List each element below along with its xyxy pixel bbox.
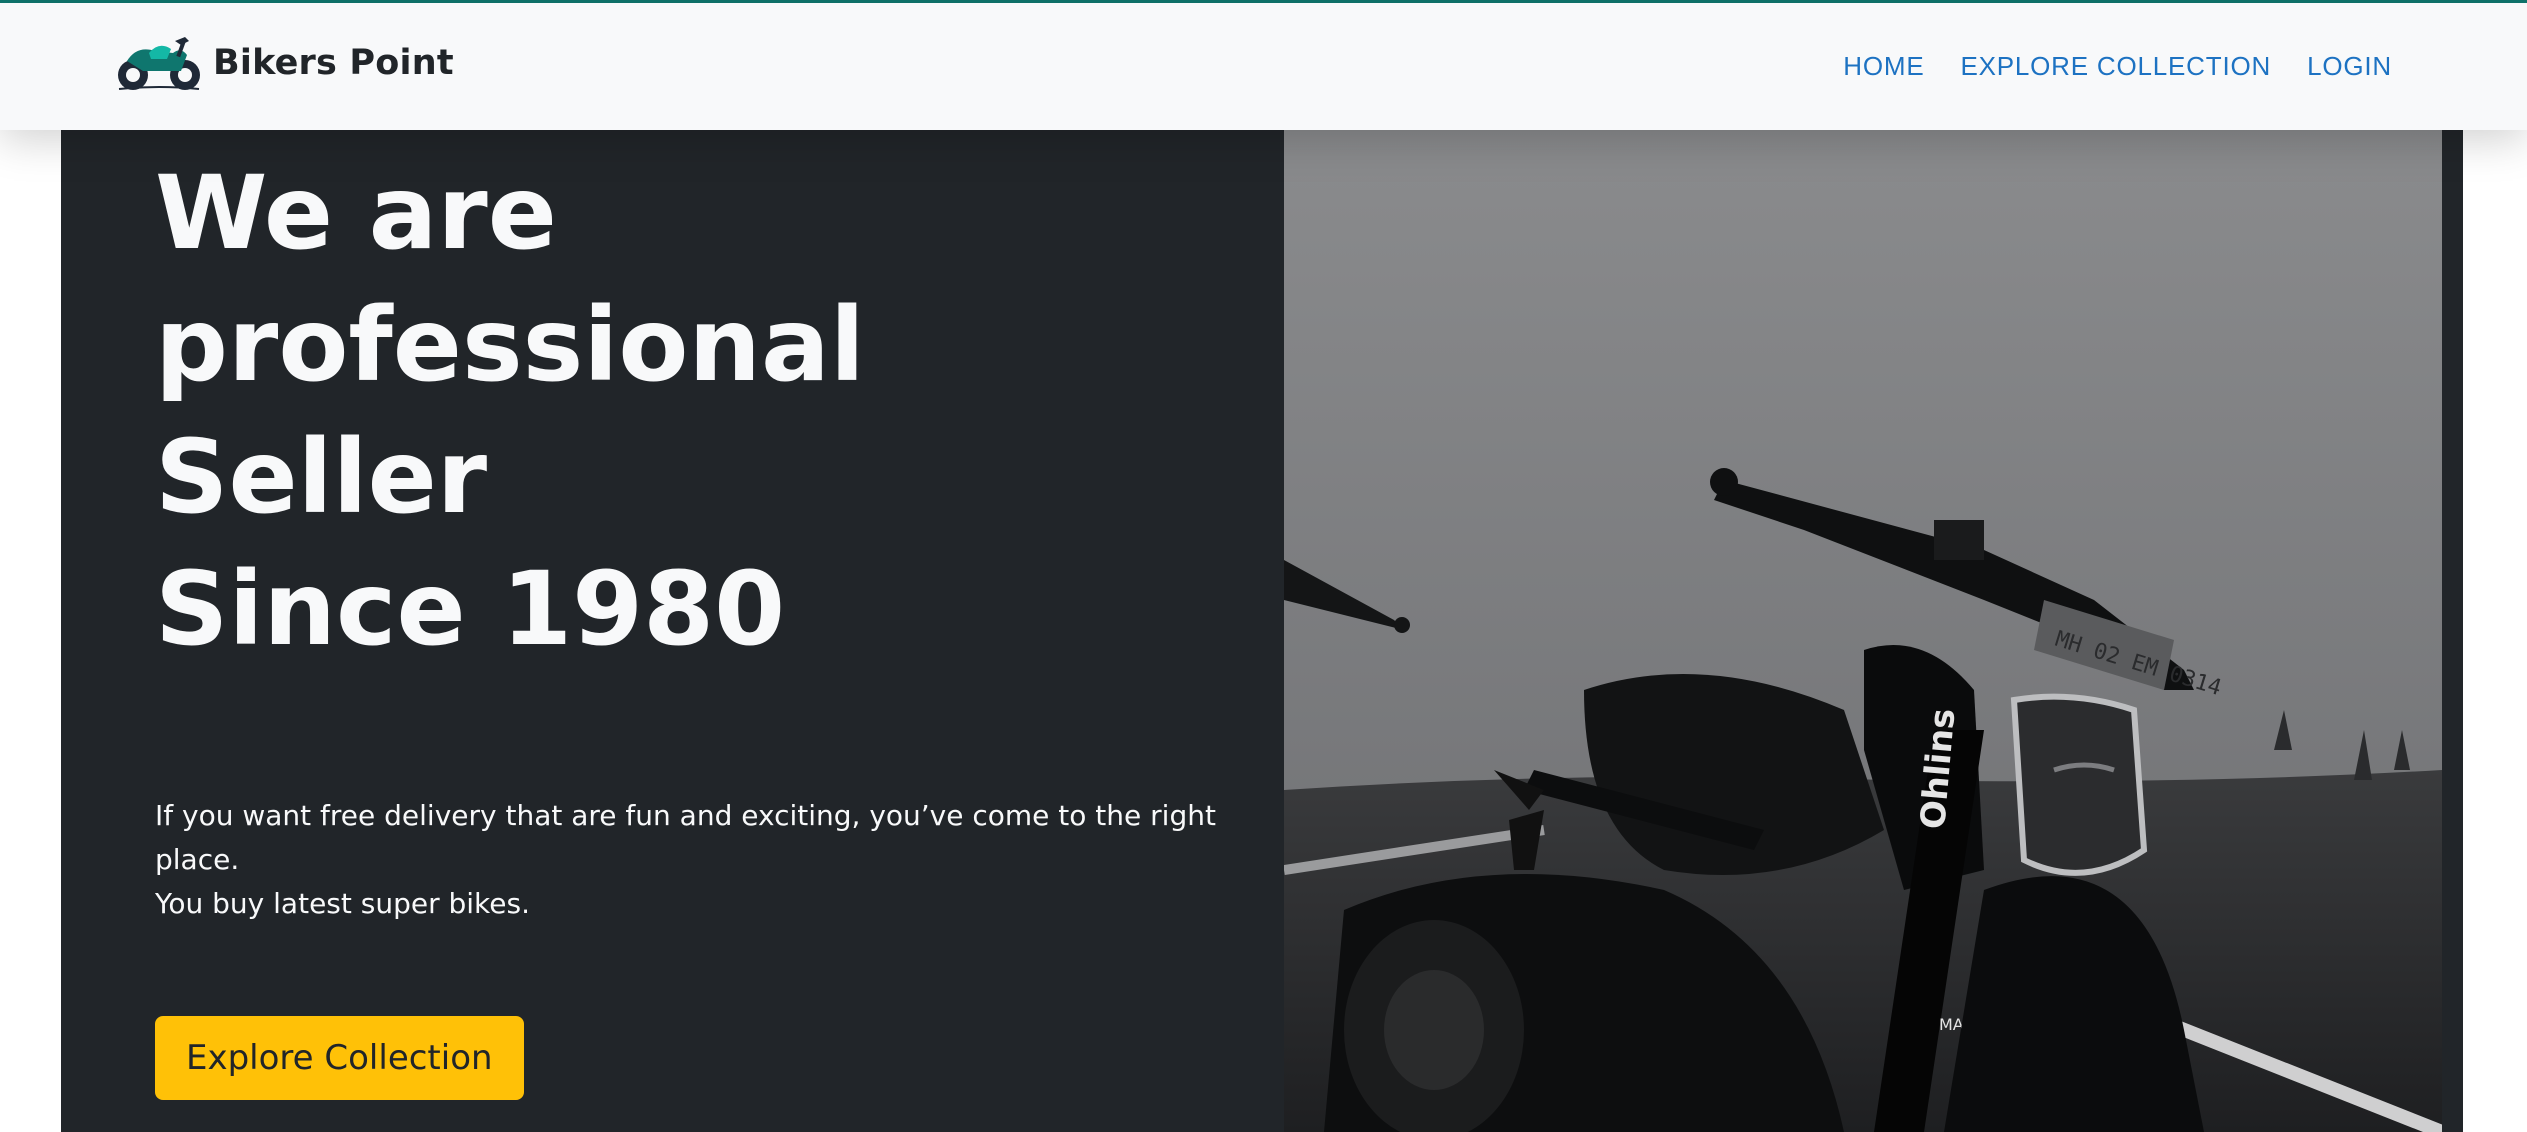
hero-title: We are professional Seller Since 1980 <box>155 148 1255 676</box>
brand-link[interactable]: Bikers Point <box>115 31 454 95</box>
nav-explore-collection[interactable]: EXPLORE COLLECTION <box>1960 51 2271 82</box>
motorcycle-photo: MH 02 EM 0314 Ohlins MAGURA <box>1284 130 2442 1132</box>
hero-description-line: You buy latest super bikes. <box>155 887 530 920</box>
explore-collection-button[interactable]: Explore Collection <box>155 1016 524 1100</box>
hero-motorcycle-image: MH 02 EM 0314 Ohlins MAGURA <box>1284 130 2442 1132</box>
navbar: Bikers Point HOME EXPLORE COLLECTION LOG… <box>0 3 2527 130</box>
hero-title-line: We are <box>155 154 557 273</box>
hero-section: We are professional Seller Since 1980 If… <box>61 130 2463 1132</box>
hero-description-line: If you want free delivery that are fun a… <box>155 799 1216 876</box>
main-nav: HOME EXPLORE COLLECTION LOGIN <box>1843 51 2392 82</box>
hero-description: If you want free delivery that are fun a… <box>155 794 1255 926</box>
hero-title-line: Seller <box>155 418 488 537</box>
hero-text-block: We are professional Seller Since 1980 If… <box>155 148 1255 1100</box>
hero-title-line: Since 1980 <box>155 550 786 669</box>
hero-title-line: professional <box>155 286 865 405</box>
nav-home[interactable]: HOME <box>1843 51 1924 82</box>
nav-login[interactable]: LOGIN <box>2307 51 2392 82</box>
motorcycle-logo-icon <box>118 37 200 90</box>
brand-name: Bikers Point <box>213 43 454 83</box>
